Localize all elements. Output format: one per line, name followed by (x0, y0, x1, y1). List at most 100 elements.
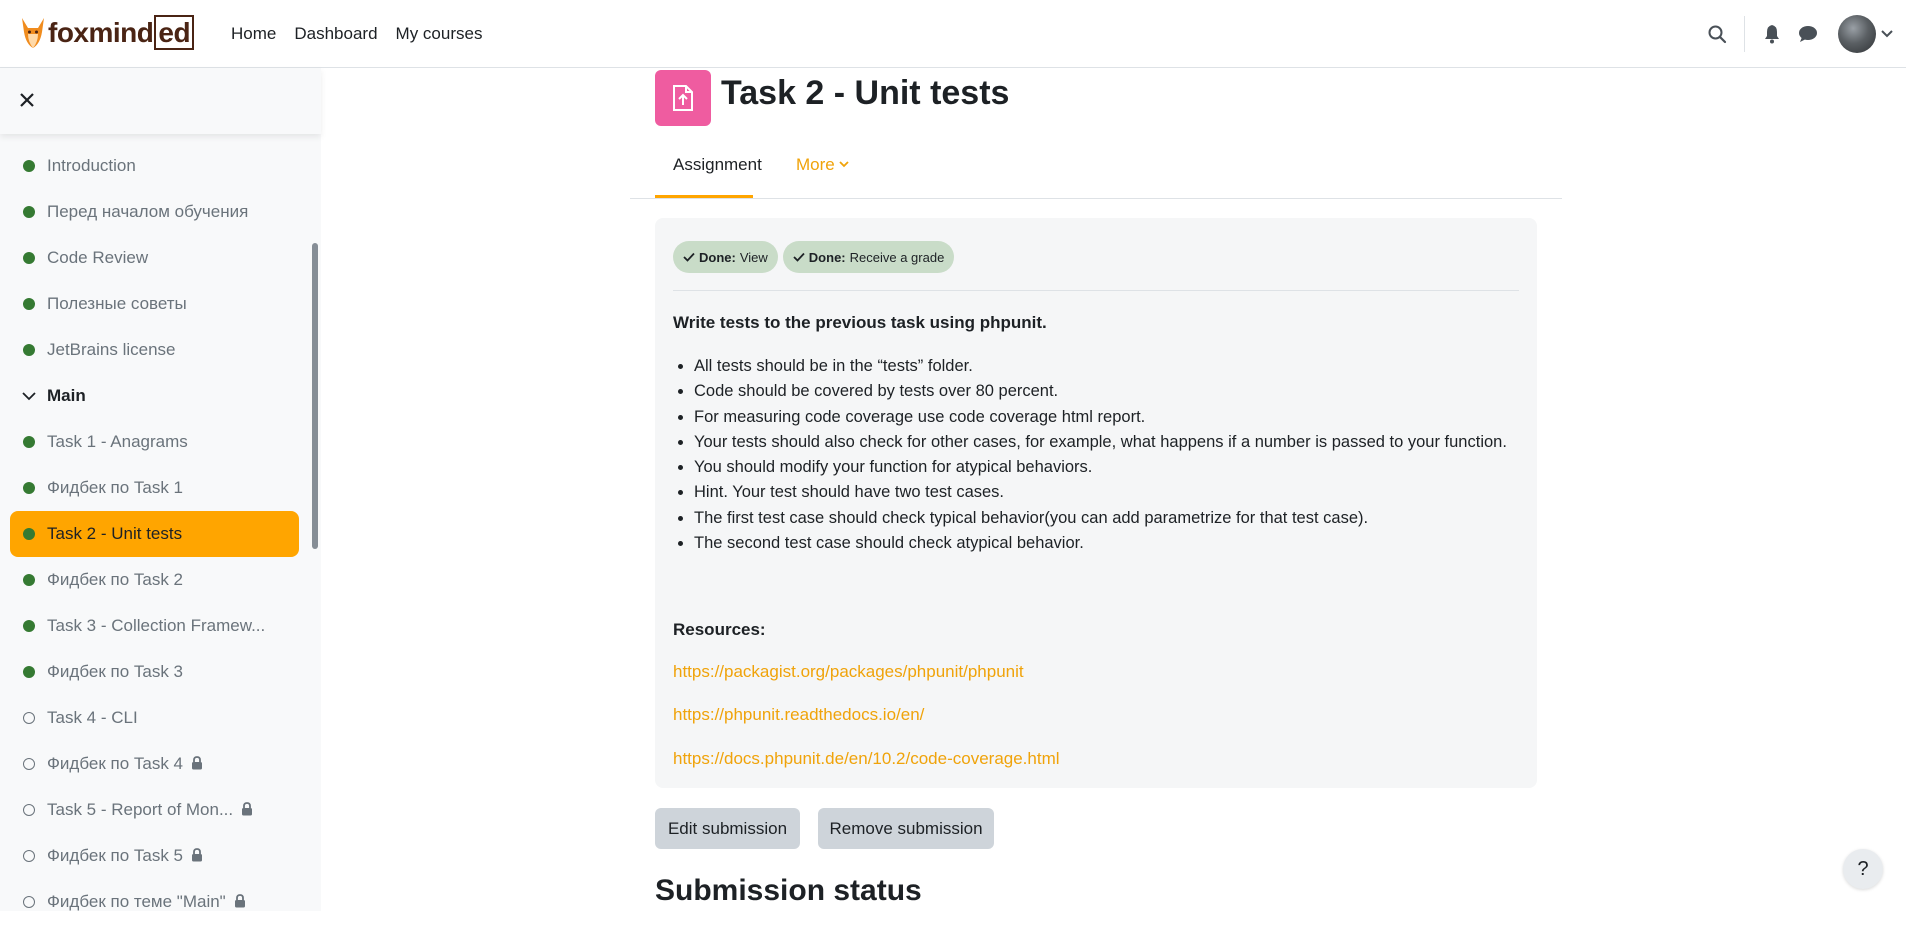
completion-done-icon (23, 298, 35, 310)
logo-text: foxmind ed (48, 15, 195, 50)
completion-todo-icon (23, 712, 35, 724)
completion-badge-grade: Done: Receive a grade (782, 241, 955, 273)
assignment-description-card: Done: View Done: Receive a grade Write tes… (655, 218, 1537, 788)
course-index-label: Фидбек по Task 2 (47, 570, 184, 589)
check-icon (793, 252, 805, 262)
top-navbar: foxmind ed Home Dashboard My courses (0, 0, 1906, 68)
list-item: You should modify your function for atyp… (694, 455, 1507, 480)
check-icon (683, 252, 695, 262)
completion-done-icon (23, 160, 35, 172)
completion-info: Done: View Done: Receive a grade (673, 241, 955, 273)
course-index-label: Task 5 - Report of Mon... (47, 800, 253, 820)
course-index-label: Полезные советы (47, 294, 187, 313)
chevron-down-icon (839, 161, 849, 168)
course-index-label: Фидбек по Task 1 (47, 478, 184, 497)
course-index-label: Task 4 - CLI (47, 708, 138, 727)
close-icon[interactable] (19, 90, 35, 112)
card-divider (673, 290, 1519, 291)
course-index-item-4[interactable]: JetBrains license (0, 327, 321, 373)
completion-done-icon (23, 344, 35, 356)
list-item: The second test case should check atypic… (694, 531, 1507, 556)
completion-done-icon (23, 528, 35, 540)
drawer-scrollbar[interactable] (312, 243, 318, 549)
course-index-item-8[interactable]: Task 2 - Unit tests (0, 511, 321, 557)
course-index-item-13[interactable]: Фидбек по Task 4 (0, 741, 321, 787)
list-item: Code should be covered by tests over 80 … (694, 379, 1507, 404)
list-item: Your tests should also check for other c… (694, 430, 1507, 455)
completion-done-icon (23, 436, 35, 448)
nav-home-link[interactable]: Home (231, 24, 276, 44)
assignment-upload-icon (655, 70, 711, 126)
course-index-item-2[interactable]: Code Review (0, 235, 321, 281)
fox-logo-icon (22, 18, 44, 48)
course-index-item-10[interactable]: Task 3 - Collection Framew... (0, 603, 321, 649)
navbar-divider (1744, 16, 1745, 52)
course-index-label: Фидбек по Task 5 (47, 846, 203, 866)
resource-link-code-coverage[interactable]: https://docs.phpunit.de/en/10.2/code-cov… (673, 749, 1060, 769)
resource-link-readthedocs[interactable]: https://phpunit.readthedocs.io/en/ (673, 705, 924, 725)
course-index-drawer: Introduction Перед началом обучения Code R… (0, 68, 321, 911)
assignment-intro: Write tests to the previous task using p… (673, 313, 1047, 332)
primary-nav: Home Dashboard My courses (231, 24, 482, 44)
completion-todo-icon (23, 804, 35, 816)
chat-icon[interactable] (1797, 23, 1819, 45)
list-item: For measuring code coverage use code cov… (694, 405, 1507, 430)
course-index-item-11[interactable]: Фидбек по Task 3 (0, 649, 321, 695)
drawer-header (0, 68, 321, 134)
lock-icon (192, 848, 203, 862)
course-index-label: Task 2 - Unit tests (47, 524, 183, 543)
course-index-item-0[interactable]: Introduction (0, 143, 321, 189)
course-section-main[interactable]: Main (0, 373, 321, 419)
completion-done-icon (23, 252, 35, 264)
list-item: Hint. Your test should have two test cas… (694, 480, 1507, 505)
chevron-down-icon (22, 391, 36, 400)
chevron-down-icon[interactable] (1880, 23, 1894, 45)
nav-dashboard-link[interactable]: Dashboard (294, 24, 377, 44)
tab-more[interactable]: More (796, 155, 849, 175)
list-item: All tests should be in the “tests” folde… (694, 354, 1507, 379)
remove-submission-button[interactable]: Remove submission (818, 808, 994, 849)
course-index-item-9[interactable]: Фидбек по Task 2 (0, 557, 321, 603)
edit-submission-button[interactable]: Edit submission (655, 808, 800, 849)
completion-done-icon (23, 666, 35, 678)
completion-badge-view: Done: View (673, 241, 778, 273)
completion-done-icon (23, 206, 35, 218)
course-index-list: Introduction Перед началом обучения Code R… (0, 143, 321, 925)
completion-todo-icon (23, 758, 35, 770)
completion-done-icon (23, 574, 35, 586)
completion-done-icon (23, 482, 35, 494)
course-index-label: Фидбек по теме "Main" (47, 892, 246, 912)
completion-todo-icon (23, 896, 35, 908)
course-index-label: Code Review (47, 248, 149, 267)
completion-todo-icon (23, 850, 35, 862)
requirements-list: All tests should be in the “tests” folde… (673, 354, 1507, 556)
course-index-item-6[interactable]: Task 1 - Anagrams (0, 419, 321, 465)
course-index-item-3[interactable]: Полезные советы (0, 281, 321, 327)
course-index-item-1[interactable]: Перед началом обучения (0, 189, 321, 235)
course-index-label: Task 3 - Collection Framew... (47, 616, 266, 635)
lock-icon (242, 802, 253, 816)
course-index-item-14[interactable]: Task 5 - Report of Mon... (0, 787, 321, 833)
course-index-item-16[interactable]: Фидбек по теме "Main" (0, 879, 321, 925)
course-index-item-7[interactable]: Фидбек по Task 1 (0, 465, 321, 511)
course-index-label: Фидбек по Task 3 (47, 662, 184, 681)
bell-icon[interactable] (1761, 23, 1783, 45)
course-index-item-12[interactable]: Task 4 - CLI (0, 695, 321, 741)
list-item: The first test case should check typical… (694, 506, 1507, 531)
submission-status-heading: Submission status (655, 874, 922, 907)
resource-link-packagist[interactable]: https://packagist.org/packages/phpunit/p… (673, 662, 1024, 682)
active-tab-indicator (655, 195, 753, 198)
avatar[interactable] (1838, 15, 1876, 53)
lock-icon (234, 894, 245, 908)
brand-logo[interactable]: foxmind ed (18, 15, 195, 50)
question-icon[interactable]: ? (1843, 849, 1883, 889)
course-index-item-15[interactable]: Фидбек по Task 5 (0, 833, 321, 879)
navbar-actions (1706, 0, 1906, 68)
nav-my-courses-link[interactable]: My courses (396, 24, 483, 44)
course-index-label: Перед началом обучения (47, 202, 249, 221)
search-icon[interactable] (1706, 23, 1728, 45)
page-title: Task 2 - Unit tests (721, 74, 1010, 112)
course-index-label: Фидбек по Task 4 (47, 754, 203, 774)
tab-assignment[interactable]: Assignment (673, 155, 762, 175)
completion-done-icon (23, 620, 35, 632)
